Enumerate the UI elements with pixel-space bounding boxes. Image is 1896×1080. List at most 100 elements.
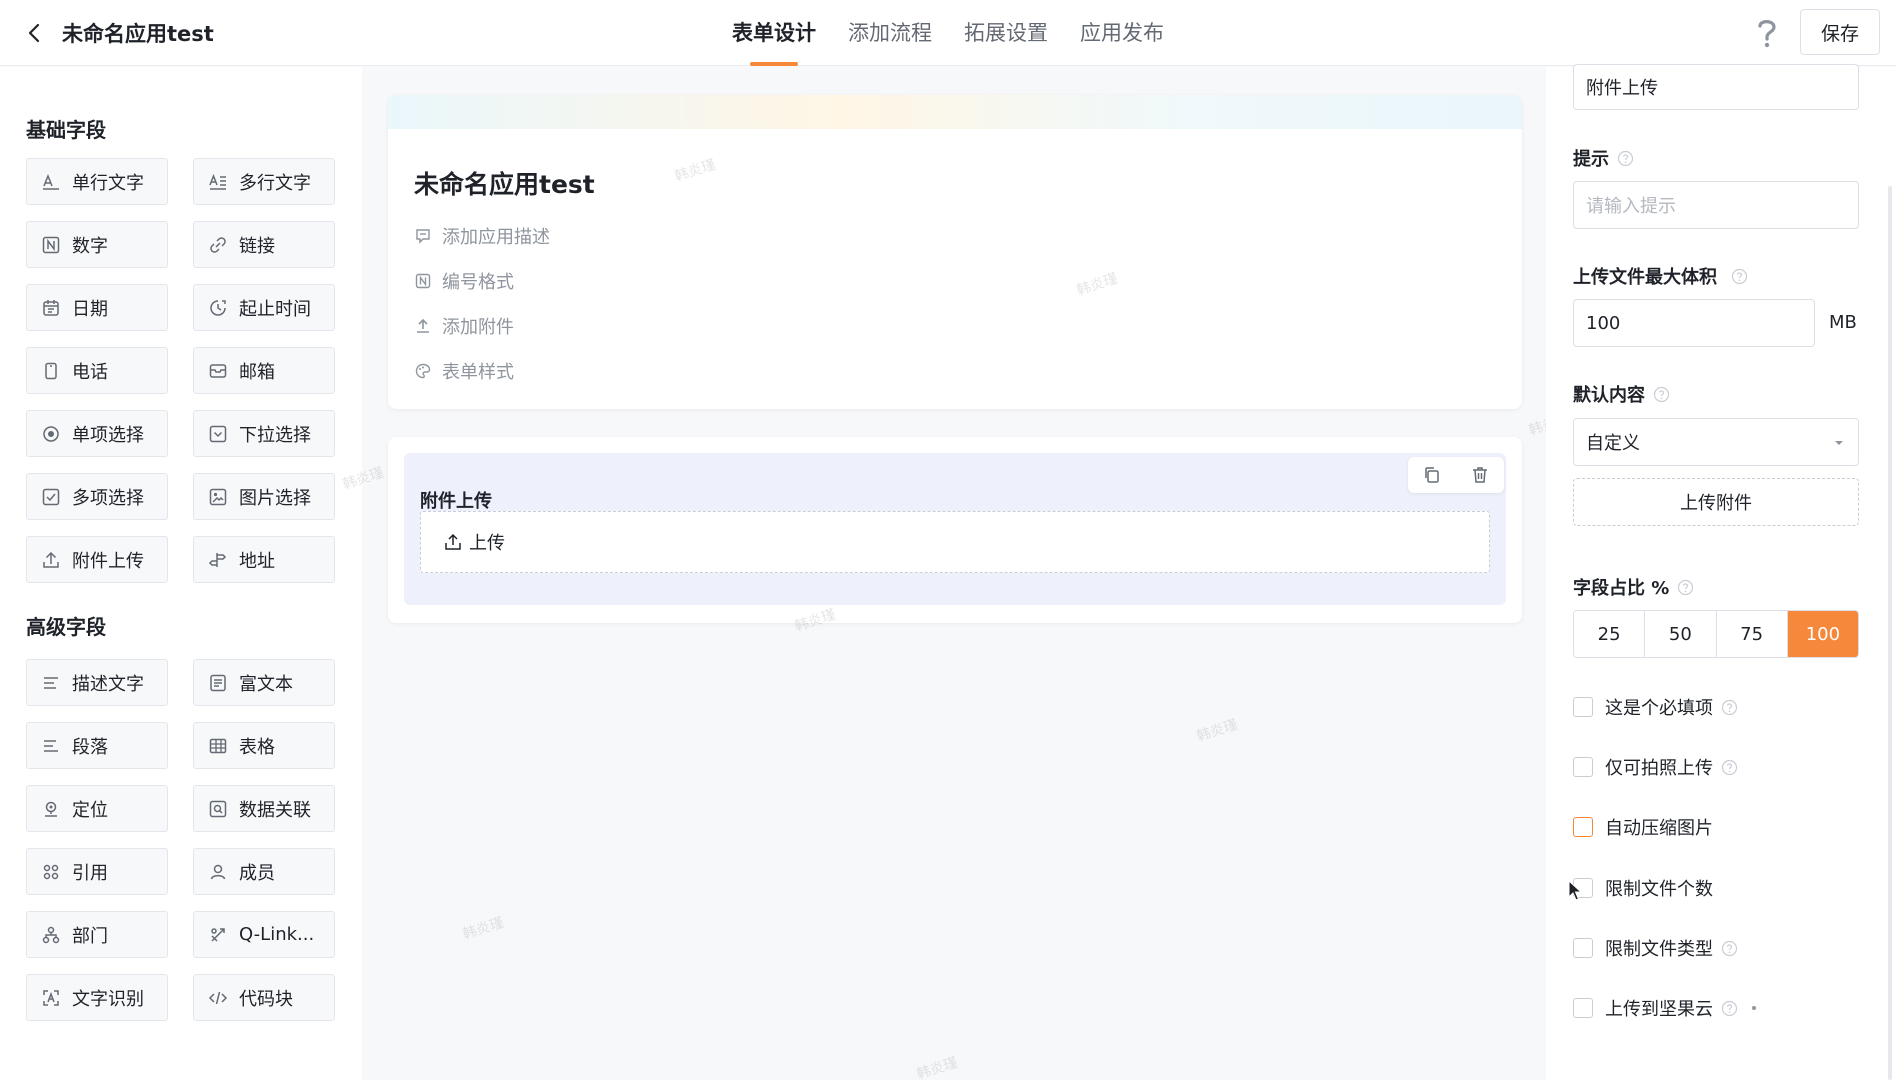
trash-icon[interactable]: [1470, 465, 1490, 485]
width-option-50[interactable]: 50: [1645, 611, 1717, 657]
field-single-line-text[interactable]: 单行文字: [26, 158, 168, 205]
tab-form-design[interactable]: 表单设计: [732, 0, 816, 66]
field-phone[interactable]: 电话: [26, 347, 168, 394]
copy-icon[interactable]: [1422, 465, 1442, 485]
caret-down-icon: [1835, 441, 1843, 445]
question-icon[interactable]: [1721, 699, 1738, 716]
hint-label-text: 提示: [1573, 149, 1609, 170]
phone-icon: [45, 362, 57, 379]
question-icon[interactable]: [1677, 579, 1694, 596]
image-icon: [209, 488, 227, 505]
tab-extension-settings[interactable]: 拓展设置: [964, 0, 1048, 66]
limit-type-checkbox[interactable]: [1573, 938, 1593, 958]
tab-add-workflow[interactable]: 添加流程: [848, 0, 932, 66]
form-style[interactable]: 表单样式: [414, 358, 514, 384]
width-option-100[interactable]: 100: [1787, 611, 1858, 657]
save-button[interactable]: 保存: [1800, 9, 1880, 55]
back-arrow-icon[interactable]: [22, 20, 48, 46]
compress-image-checkbox-row[interactable]: 自动压缩图片: [1573, 814, 1713, 840]
option-label: 编号格式: [442, 272, 514, 293]
member-icon: [210, 864, 226, 879]
required-checkbox[interactable]: [1573, 697, 1593, 717]
field-label: 邮箱: [239, 361, 275, 383]
upload-dropzone[interactable]: 上传: [420, 511, 1490, 573]
form-title[interactable]: 未命名应用test: [414, 165, 595, 201]
checkbox-label: 限制文件类型: [1605, 939, 1713, 960]
number-format[interactable]: 编号格式: [414, 268, 514, 294]
add-app-description[interactable]: 添加应用描述: [414, 223, 550, 249]
photo-only-checkbox[interactable]: [1573, 757, 1593, 777]
limit-type-checkbox-row[interactable]: 限制文件类型: [1573, 935, 1738, 961]
field-paragraph[interactable]: 段落: [26, 722, 168, 769]
field-label: 附件上传: [72, 550, 144, 572]
department-icon: [42, 926, 60, 943]
field-label: 部门: [72, 925, 108, 947]
field-multi-line-text[interactable]: 多行文字: [193, 158, 335, 205]
question-icon[interactable]: [1721, 940, 1738, 957]
dropdown-icon: [209, 425, 227, 442]
nutstore-checkbox-row[interactable]: 上传到坚果云: [1573, 995, 1756, 1021]
field-reference[interactable]: 引用: [26, 848, 168, 895]
add-attachment[interactable]: 添加附件: [414, 313, 514, 339]
field-rich-text[interactable]: 富文本: [193, 659, 335, 706]
field-table[interactable]: 表格: [193, 722, 335, 769]
default-content-select[interactable]: 自定义: [1573, 418, 1859, 466]
question-icon[interactable]: [1731, 268, 1748, 285]
max-size-input[interactable]: 100: [1573, 299, 1815, 347]
field-dropdown[interactable]: 下拉选择: [193, 410, 335, 457]
nutstore-checkbox[interactable]: [1573, 998, 1593, 1018]
question-icon[interactable]: [1721, 1000, 1738, 1017]
field-department[interactable]: 部门: [26, 911, 168, 958]
rich-text-icon: [210, 674, 226, 691]
field-label: 多行文字: [239, 172, 311, 194]
field-time-range[interactable]: 起止时间: [193, 284, 335, 331]
default-content-label-text: 默认内容: [1573, 385, 1645, 406]
upload-icon: [43, 551, 59, 568]
field-email[interactable]: 邮箱: [193, 347, 335, 394]
help-icon[interactable]: [1754, 16, 1780, 50]
tab-app-publish[interactable]: 应用发布: [1080, 0, 1164, 66]
width-option-25[interactable]: 25: [1574, 611, 1646, 657]
field-image-choice[interactable]: 图片选择: [193, 473, 335, 520]
field-q-link[interactable]: Q-Link...: [193, 911, 335, 958]
field-member[interactable]: 成员: [193, 848, 335, 895]
field-title-input[interactable]: 附件上传: [1573, 64, 1859, 110]
question-icon[interactable]: [1653, 386, 1670, 403]
paragraph-icon: [44, 739, 58, 752]
field-label: 数字: [72, 235, 108, 257]
calendar-icon: [43, 299, 59, 316]
question-icon[interactable]: [1721, 759, 1738, 776]
field-date[interactable]: 日期: [26, 284, 168, 331]
default-content-value: 自定义: [1586, 433, 1640, 454]
field-location[interactable]: 定位: [26, 785, 168, 832]
field-ocr[interactable]: 文字识别: [26, 974, 168, 1021]
compress-image-checkbox[interactable]: [1573, 817, 1593, 837]
selected-field-attachment[interactable]: 附件上传 上传: [404, 453, 1506, 605]
field-single-choice[interactable]: 单项选择: [26, 410, 168, 457]
field-attachment-upload[interactable]: 附件上传: [26, 536, 168, 583]
hint-label: 提示: [1573, 145, 1634, 171]
width-option-75[interactable]: 75: [1716, 611, 1788, 657]
data-link-icon: [209, 800, 227, 817]
field-link[interactable]: 链接: [193, 221, 335, 268]
field-address[interactable]: 地址: [193, 536, 335, 583]
question-icon[interactable]: [1617, 150, 1634, 167]
field-label: 代码块: [239, 988, 293, 1010]
option-label: 添加附件: [442, 317, 514, 338]
hint-input[interactable]: 请输入提示: [1573, 181, 1859, 229]
photo-only-checkbox-row[interactable]: 仅可拍照上传: [1573, 754, 1738, 780]
field-number[interactable]: 数字: [26, 221, 168, 268]
max-size-label: 上传文件最大体积: [1573, 263, 1748, 289]
multi-line-text-icon: [209, 173, 226, 190]
field-description-text[interactable]: 描述文字: [26, 659, 168, 706]
field-code-block[interactable]: 代码块: [193, 974, 335, 1021]
field-data-link[interactable]: 数据关联: [193, 785, 335, 832]
field-label: 图片选择: [239, 487, 311, 509]
limit-count-checkbox-row[interactable]: 限制文件个数: [1573, 875, 1713, 901]
upload-attachment-button[interactable]: 上传附件: [1573, 478, 1859, 526]
field-label: 数据关联: [239, 799, 311, 821]
required-checkbox-row[interactable]: 这是个必填项: [1573, 694, 1738, 720]
properties-scrollbar[interactable]: [1888, 186, 1892, 1080]
field-multi-choice[interactable]: 多项选择: [26, 473, 168, 520]
upload-label: 上传: [469, 533, 505, 554]
